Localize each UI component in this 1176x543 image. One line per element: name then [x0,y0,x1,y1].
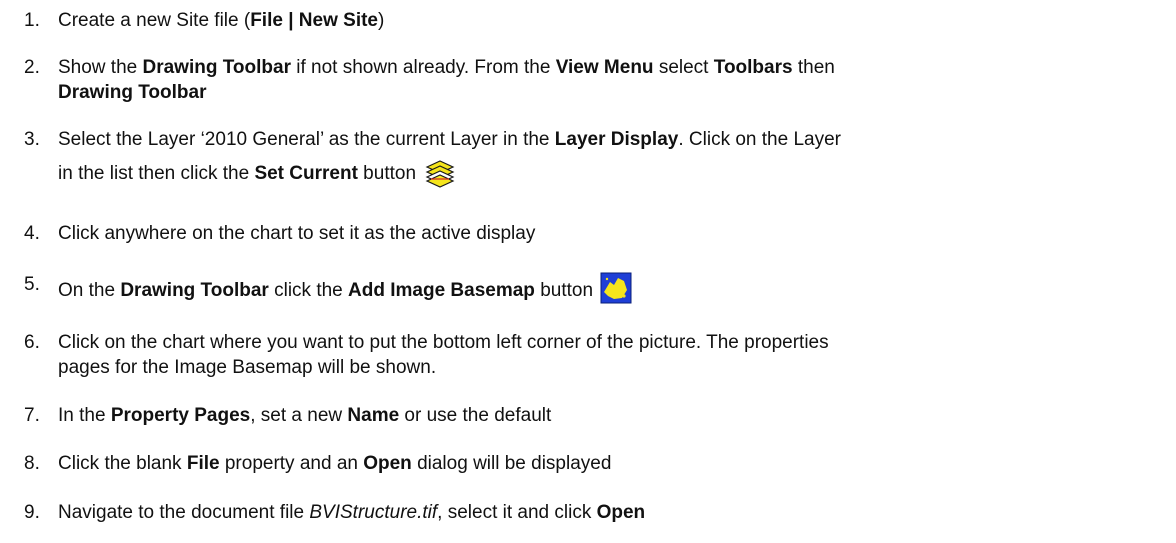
step-text: Navigate to the document file BVIStructu… [58,502,646,523]
file-name: BVIStructure.tif [309,502,438,523]
step-text: Select the Layer ‘2010 General’ as the c… [58,129,841,150]
step-number: 2. [24,57,40,78]
step-number: 3. [24,129,40,150]
step-number: 1. [24,10,40,31]
menu-path: File | New Site [250,10,378,31]
step-number: 9. [24,502,40,523]
step-text-continued: in the list then click the Set Current b… [58,157,457,189]
step-number: 8. [24,453,40,474]
step-text: Create a new Site file (File | New Site) [58,10,385,31]
step-number: 7. [24,405,40,426]
step-text: Show the Drawing Toolbar if not shown al… [58,57,835,78]
instruction-steps: 1. Create a new Site file (File | New Si… [0,0,1176,543]
step-text: Click anywhere on the chart to set it as… [58,223,536,244]
step-text-continued: Drawing Toolbar [58,82,207,103]
step-text: In the Property Pages, set a new Name or… [58,405,552,426]
step-number: 5. [24,274,40,295]
set-current-layers-icon [423,157,457,189]
add-image-basemap-icon [600,272,632,304]
step-text: Click the blank File property and an Ope… [58,453,612,474]
step-text: Click on the chart where you want to put… [58,332,829,353]
step-text-continued: pages for the Image Basemap will be show… [58,357,437,378]
step-text: On the Drawing Toolbar click the Add Ima… [58,272,1174,304]
step-number: 6. [24,332,40,353]
step-number: 4. [24,223,40,244]
